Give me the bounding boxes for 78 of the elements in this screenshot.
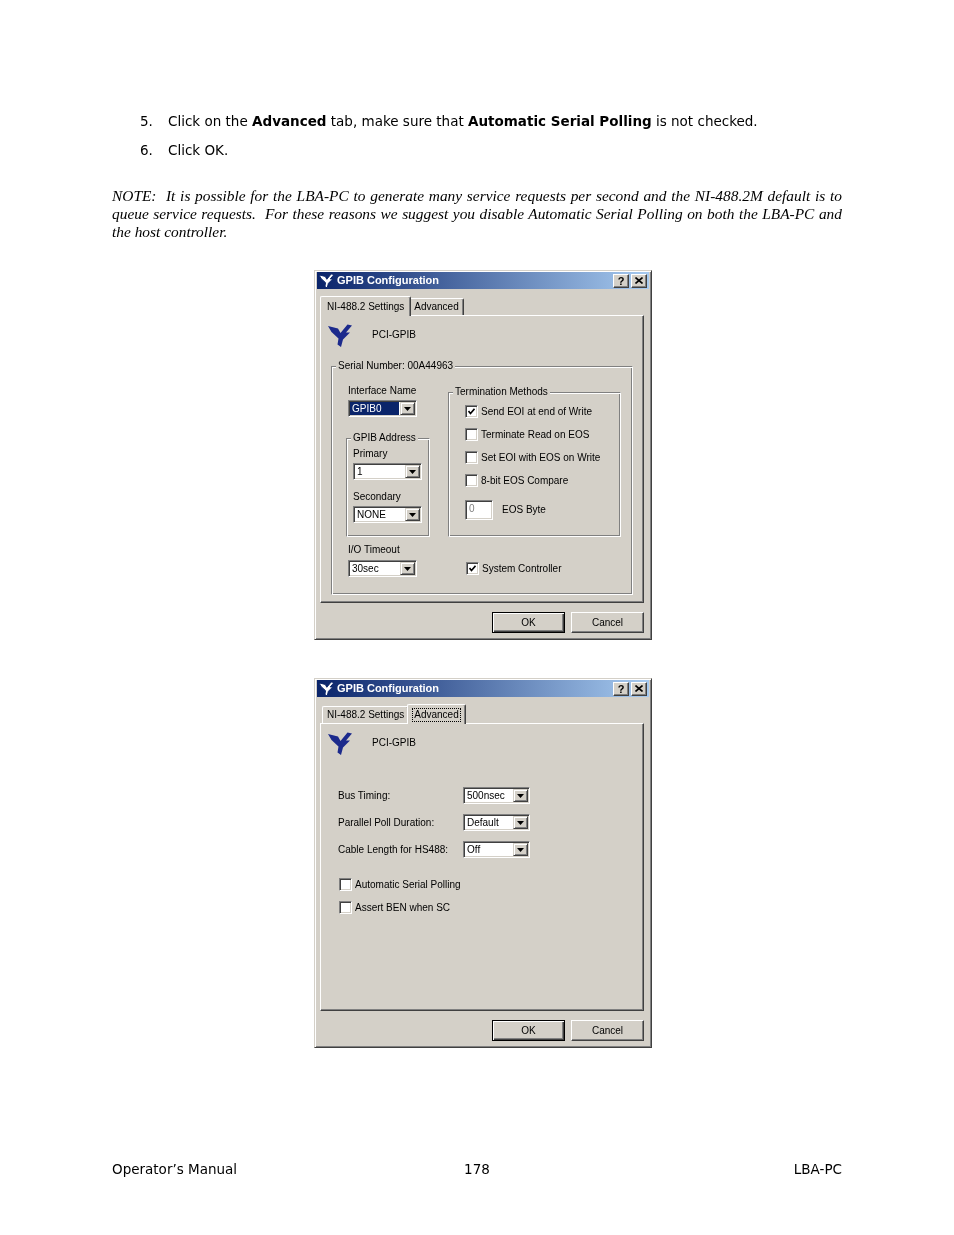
checkbox-label: Terminate Read on EOS <box>481 428 590 441</box>
caret-down-icon <box>404 406 411 411</box>
dialog-button[interactable]: Cancel <box>571 612 644 633</box>
device-name: PCI-GPIB <box>372 737 416 749</box>
dropdown-button[interactable] <box>513 789 528 802</box>
checkbox-label: Assert BEN when SC <box>355 901 451 914</box>
group-box-label: GPIB Address <box>351 432 418 444</box>
group-box-label: Serial Number: 00A44963 <box>336 360 456 372</box>
device-name: PCI-GPIB <box>372 329 416 341</box>
checkbox[interactable] <box>339 901 352 914</box>
tab[interactable]: NI-488.2 Settings <box>320 296 412 316</box>
window-title: GPIB Configuration <box>337 682 441 695</box>
dropdown-button[interactable] <box>513 843 528 856</box>
dropdown-button[interactable] <box>405 465 420 478</box>
dropdown-field[interactable]: Off <box>463 841 530 858</box>
bird-logo-icon <box>328 323 352 347</box>
dropdown-field[interactable]: Default <box>463 814 530 831</box>
dropdown-button[interactable] <box>513 816 528 829</box>
dialog-button[interactable]: Cancel <box>571 1020 644 1041</box>
dropdown-field[interactable]: 30sec <box>348 560 417 577</box>
tab[interactable]: NI-488.2 Settings <box>322 706 410 723</box>
field-label: Bus Timing: <box>338 789 392 802</box>
dialog-button[interactable]: OK <box>492 612 565 633</box>
footer-text: Operator’s Manual <box>112 1160 238 1178</box>
group-box-label: Termination Methods <box>453 386 550 398</box>
footer-text: LBA-PC <box>793 1160 842 1178</box>
bird-logo-icon <box>319 681 334 696</box>
checkbox-label: System Controller <box>482 562 562 575</box>
checkbox[interactable] <box>465 405 478 418</box>
caret-down-icon <box>517 847 524 852</box>
checkbox[interactable] <box>465 428 478 441</box>
dropdown-field[interactable]: 1 <box>353 463 422 480</box>
page-number: 178 <box>464 1160 490 1178</box>
caret-down-icon <box>517 820 524 825</box>
checkbox-label: Send EOI at end of Write <box>481 405 592 418</box>
step-text: Click OK. <box>168 141 229 159</box>
field-label: Secondary <box>353 491 402 503</box>
field-label: Parallel Poll Duration: <box>338 816 436 829</box>
checkmark-icon <box>469 565 476 572</box>
checkbox[interactable] <box>465 474 478 487</box>
close-icon <box>635 685 643 692</box>
step-text: Click on the Advanced tab, make sure that Automatic Serial Polling is not checked. <box>168 112 758 130</box>
field-label: Interface Name <box>348 385 418 397</box>
tab[interactable]: Advanced <box>407 704 466 724</box>
checkmark-icon <box>468 408 475 415</box>
dialog-button[interactable]: OK <box>492 1020 565 1041</box>
field-label: EOS Byte <box>502 504 546 516</box>
field-label: Primary <box>353 448 389 460</box>
field-label: I/O Timeout <box>348 544 401 556</box>
help-button[interactable]: ? <box>613 681 629 696</box>
close-button[interactable] <box>631 681 647 696</box>
dropdown-field[interactable]: GPIB0 <box>348 400 417 417</box>
field-label: Cable Length for HS488: <box>338 843 450 856</box>
window-title: GPIB Configuration <box>337 274 441 287</box>
step-number: 6. <box>140 141 154 159</box>
bird-logo-icon <box>319 273 334 288</box>
dropdown-button[interactable] <box>400 562 415 575</box>
help-button[interactable]: ? <box>613 273 629 288</box>
note-paragraph: NOTE: It is possible for the LBA-PC to generate many service requests per second and the NI-488.2M default is to queue service requests. For these reasons we suggest you disable Automatic Serial Polling on both the LBA-PC and the host controller. <box>112 187 842 241</box>
step-number: 5. <box>140 112 154 130</box>
close-icon <box>635 277 643 284</box>
caret-down-icon <box>404 566 411 571</box>
dropdown-button[interactable] <box>405 508 420 521</box>
dropdown-field[interactable]: 500nsec <box>463 787 530 804</box>
dropdown-button[interactable] <box>400 402 415 415</box>
tab[interactable]: Advanced <box>409 298 464 315</box>
checkbox-label: 8-bit EOS Compare <box>481 474 569 487</box>
close-button[interactable] <box>631 273 647 288</box>
caret-down-icon <box>409 469 416 474</box>
caret-down-icon <box>517 793 524 798</box>
checkbox-label: Set EOI with EOS on Write <box>481 451 601 464</box>
dropdown-field[interactable]: NONE <box>353 506 422 523</box>
checkbox-label: Automatic Serial Polling <box>355 878 461 891</box>
checkbox[interactable] <box>465 451 478 464</box>
checkbox[interactable] <box>466 562 479 575</box>
checkbox[interactable] <box>339 878 352 891</box>
caret-down-icon <box>409 512 416 517</box>
bird-logo-icon <box>328 731 352 755</box>
